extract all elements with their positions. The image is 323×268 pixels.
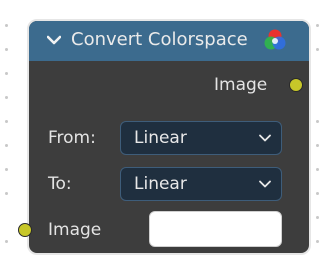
grid-dot xyxy=(5,72,8,75)
to-colorspace-dropdown[interactable]: Linear xyxy=(120,167,282,201)
image-input-field[interactable] xyxy=(149,211,282,247)
grid-dot xyxy=(5,168,8,171)
grid-dot xyxy=(316,24,319,27)
node-header[interactable]: Convert Colorspace xyxy=(29,21,309,61)
from-colorspace-value: Linear xyxy=(134,128,187,148)
output-image-label: Image xyxy=(214,75,268,95)
from-label: From: xyxy=(48,128,96,148)
grid-dot xyxy=(5,120,8,123)
grid-dot xyxy=(316,240,319,243)
chevron-down-icon xyxy=(259,180,271,188)
chevron-down-icon xyxy=(259,134,271,142)
grid-dot xyxy=(316,216,319,219)
to-colorspace-value: Linear xyxy=(134,174,187,194)
output-image-socket[interactable] xyxy=(289,78,303,92)
input-image-label: Image xyxy=(48,220,102,240)
grid-dot xyxy=(5,192,8,195)
grid-dot xyxy=(5,96,8,99)
grid-dot xyxy=(5,24,8,27)
grid-dot xyxy=(5,240,8,243)
grid-dot xyxy=(316,120,319,123)
grid-dot xyxy=(316,144,319,147)
grid-dot xyxy=(316,48,319,51)
chevron-down-icon[interactable] xyxy=(47,33,61,47)
node-title: Convert Colorspace xyxy=(71,29,248,50)
grid-dot xyxy=(316,192,319,195)
rgb-circles-icon xyxy=(264,29,286,50)
node-editor-canvas[interactable]: Convert Colorspace Image From: Linear To… xyxy=(0,0,323,268)
grid-dot xyxy=(316,168,319,171)
input-image-socket[interactable] xyxy=(18,223,32,237)
to-label: To: xyxy=(48,174,72,194)
grid-dot xyxy=(5,48,8,51)
grid-dot xyxy=(5,144,8,147)
from-colorspace-dropdown[interactable]: Linear xyxy=(120,121,282,155)
